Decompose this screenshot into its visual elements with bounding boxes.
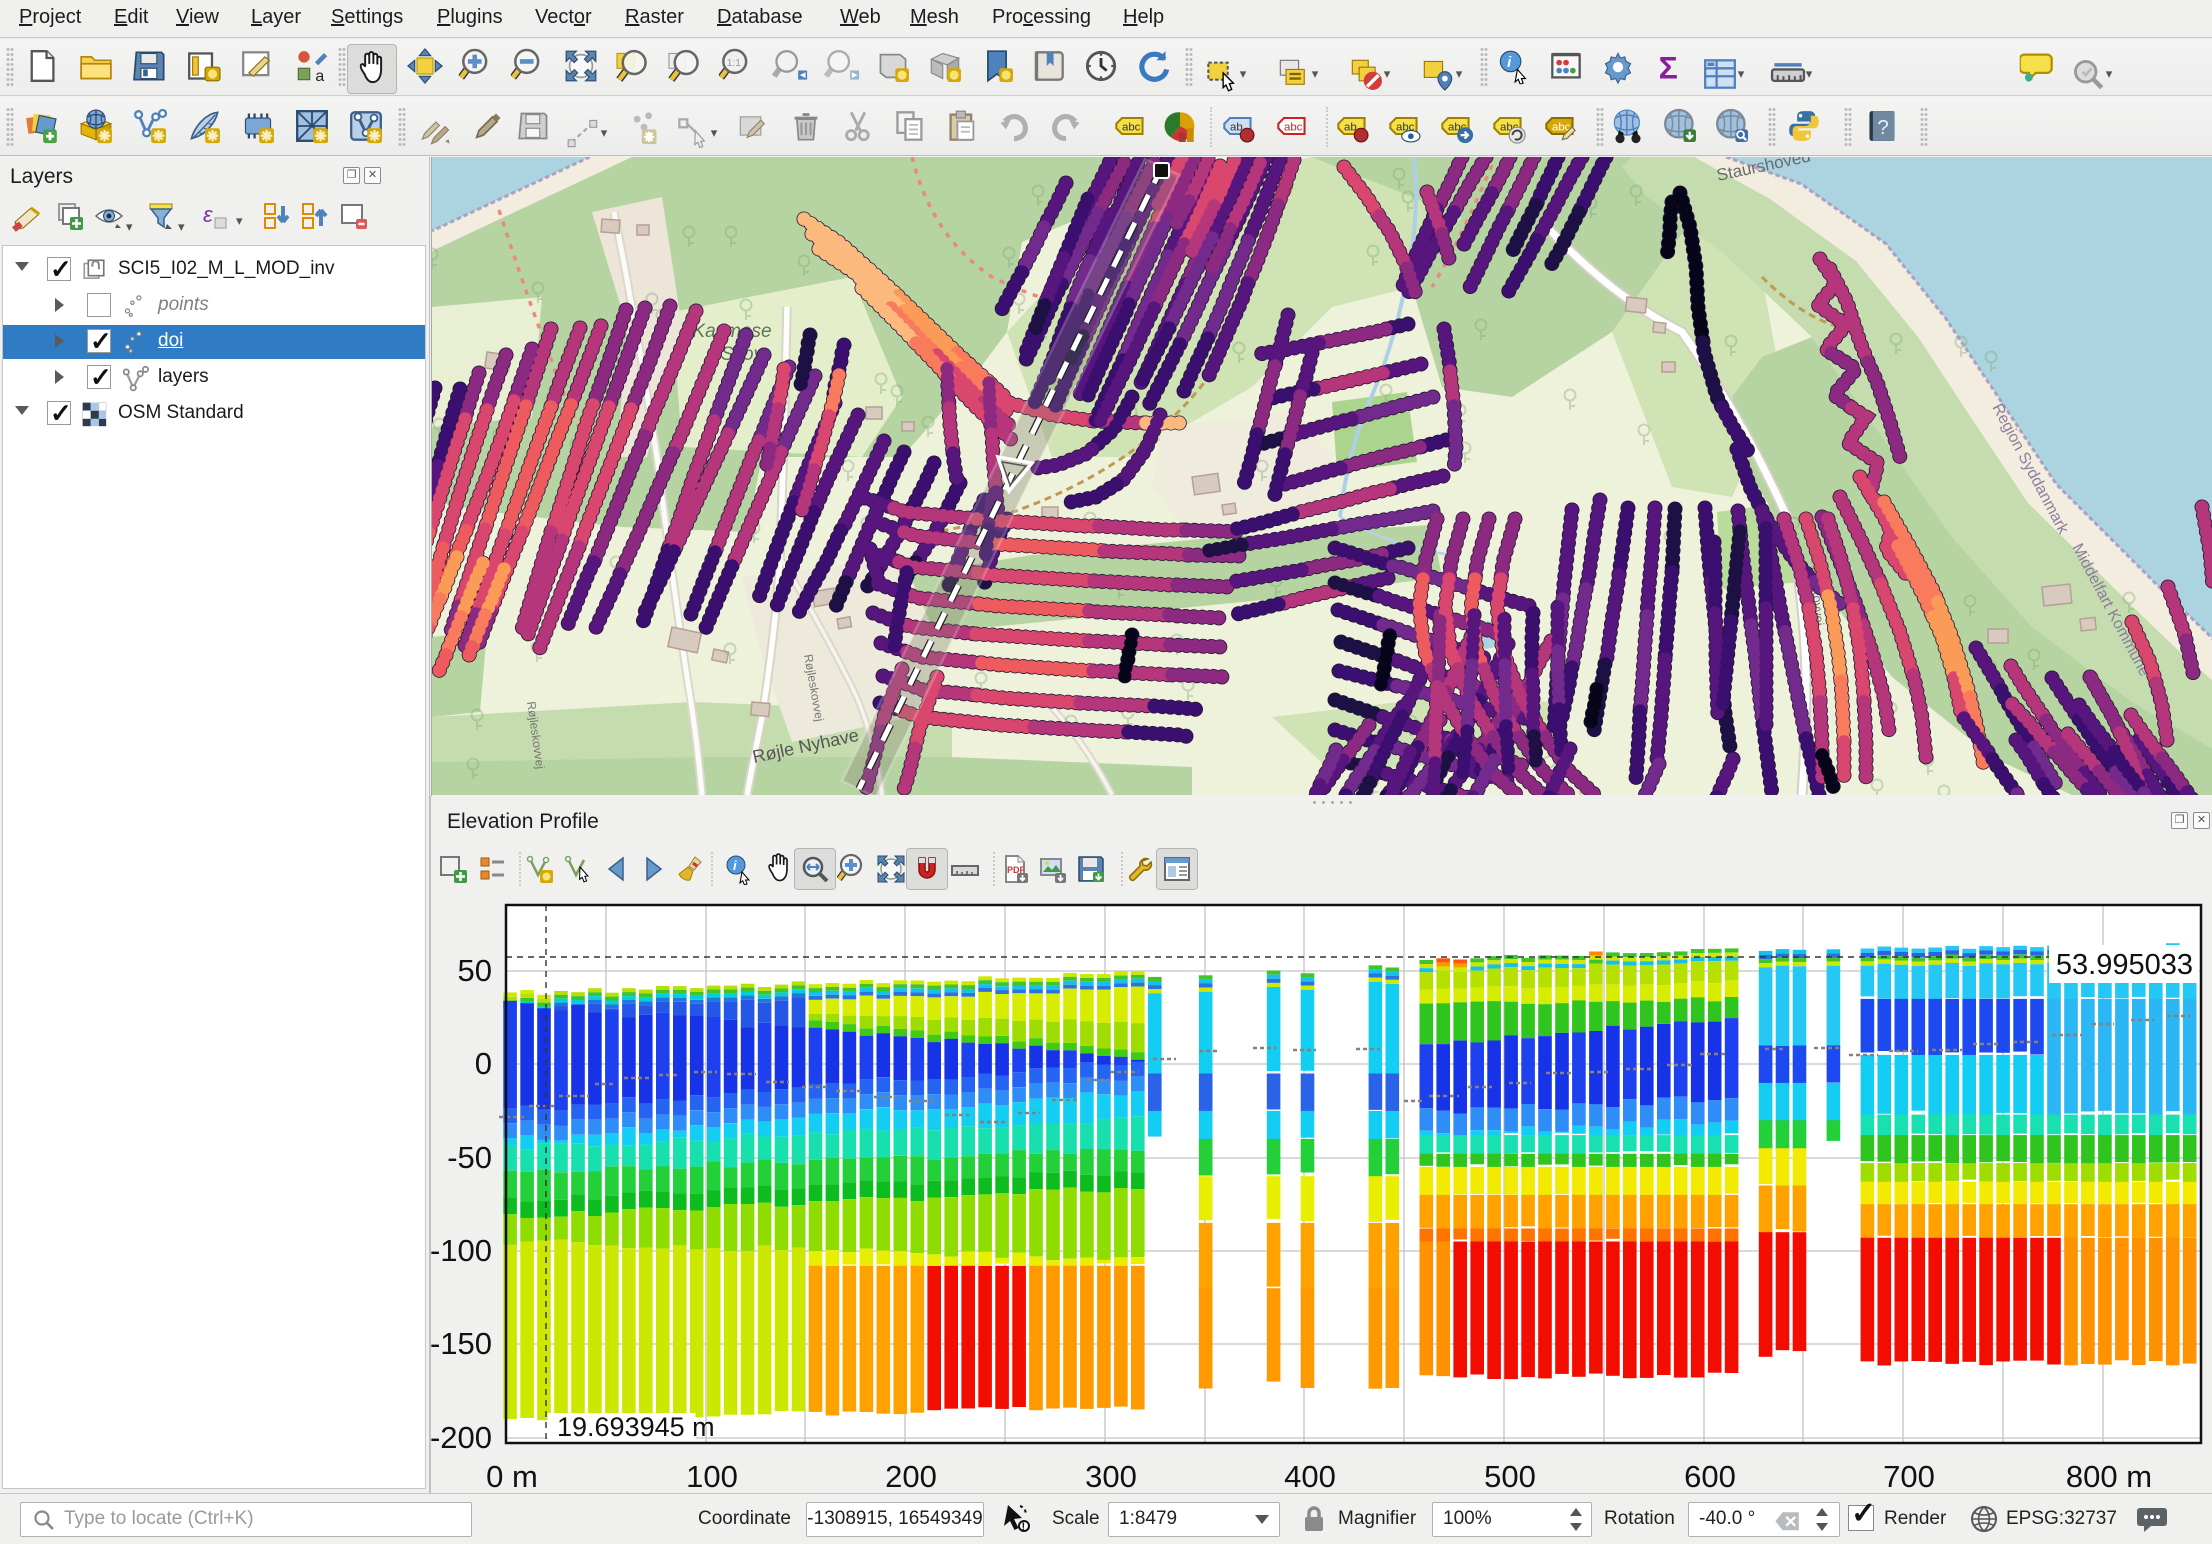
svg-text:0: 0 <box>475 1046 492 1081</box>
svg-text:Σ: Σ <box>1659 50 1678 85</box>
svg-text:700: 700 <box>1883 1459 1935 1494</box>
svg-text:50: 50 <box>458 953 492 988</box>
svg-text:19.693945 m: 19.693945 m <box>557 1412 715 1442</box>
svg-text:-50: -50 <box>447 1140 492 1175</box>
svg-text:Kasmose: Kasmose <box>692 321 771 342</box>
svg-text:0 m: 0 m <box>486 1459 538 1494</box>
svg-text:?: ? <box>1877 116 1888 139</box>
svg-text:500: 500 <box>1484 1459 1536 1494</box>
svg-text:53.995033: 53.995033 <box>2056 949 2193 981</box>
svg-text:-100: -100 <box>430 1233 492 1268</box>
svg-text:ε: ε <box>203 202 213 227</box>
svg-text:a: a <box>315 68 324 84</box>
svg-text:100: 100 <box>686 1459 738 1494</box>
svg-text:600: 600 <box>1684 1459 1736 1494</box>
svg-text:800 m: 800 m <box>2066 1459 2152 1494</box>
svg-text:i: i <box>733 858 737 873</box>
svg-text:300: 300 <box>1085 1459 1137 1494</box>
svg-text:abc: abc <box>1122 122 1141 134</box>
svg-text:200: 200 <box>885 1459 937 1494</box>
svg-text:-150: -150 <box>430 1326 492 1361</box>
svg-text:1:1: 1:1 <box>727 58 742 69</box>
svg-text:!: ! <box>1022 1521 1026 1533</box>
svg-text:abc: abc <box>1284 122 1303 134</box>
svg-text:400: 400 <box>1284 1459 1336 1494</box>
svg-text:-200: -200 <box>430 1420 492 1455</box>
